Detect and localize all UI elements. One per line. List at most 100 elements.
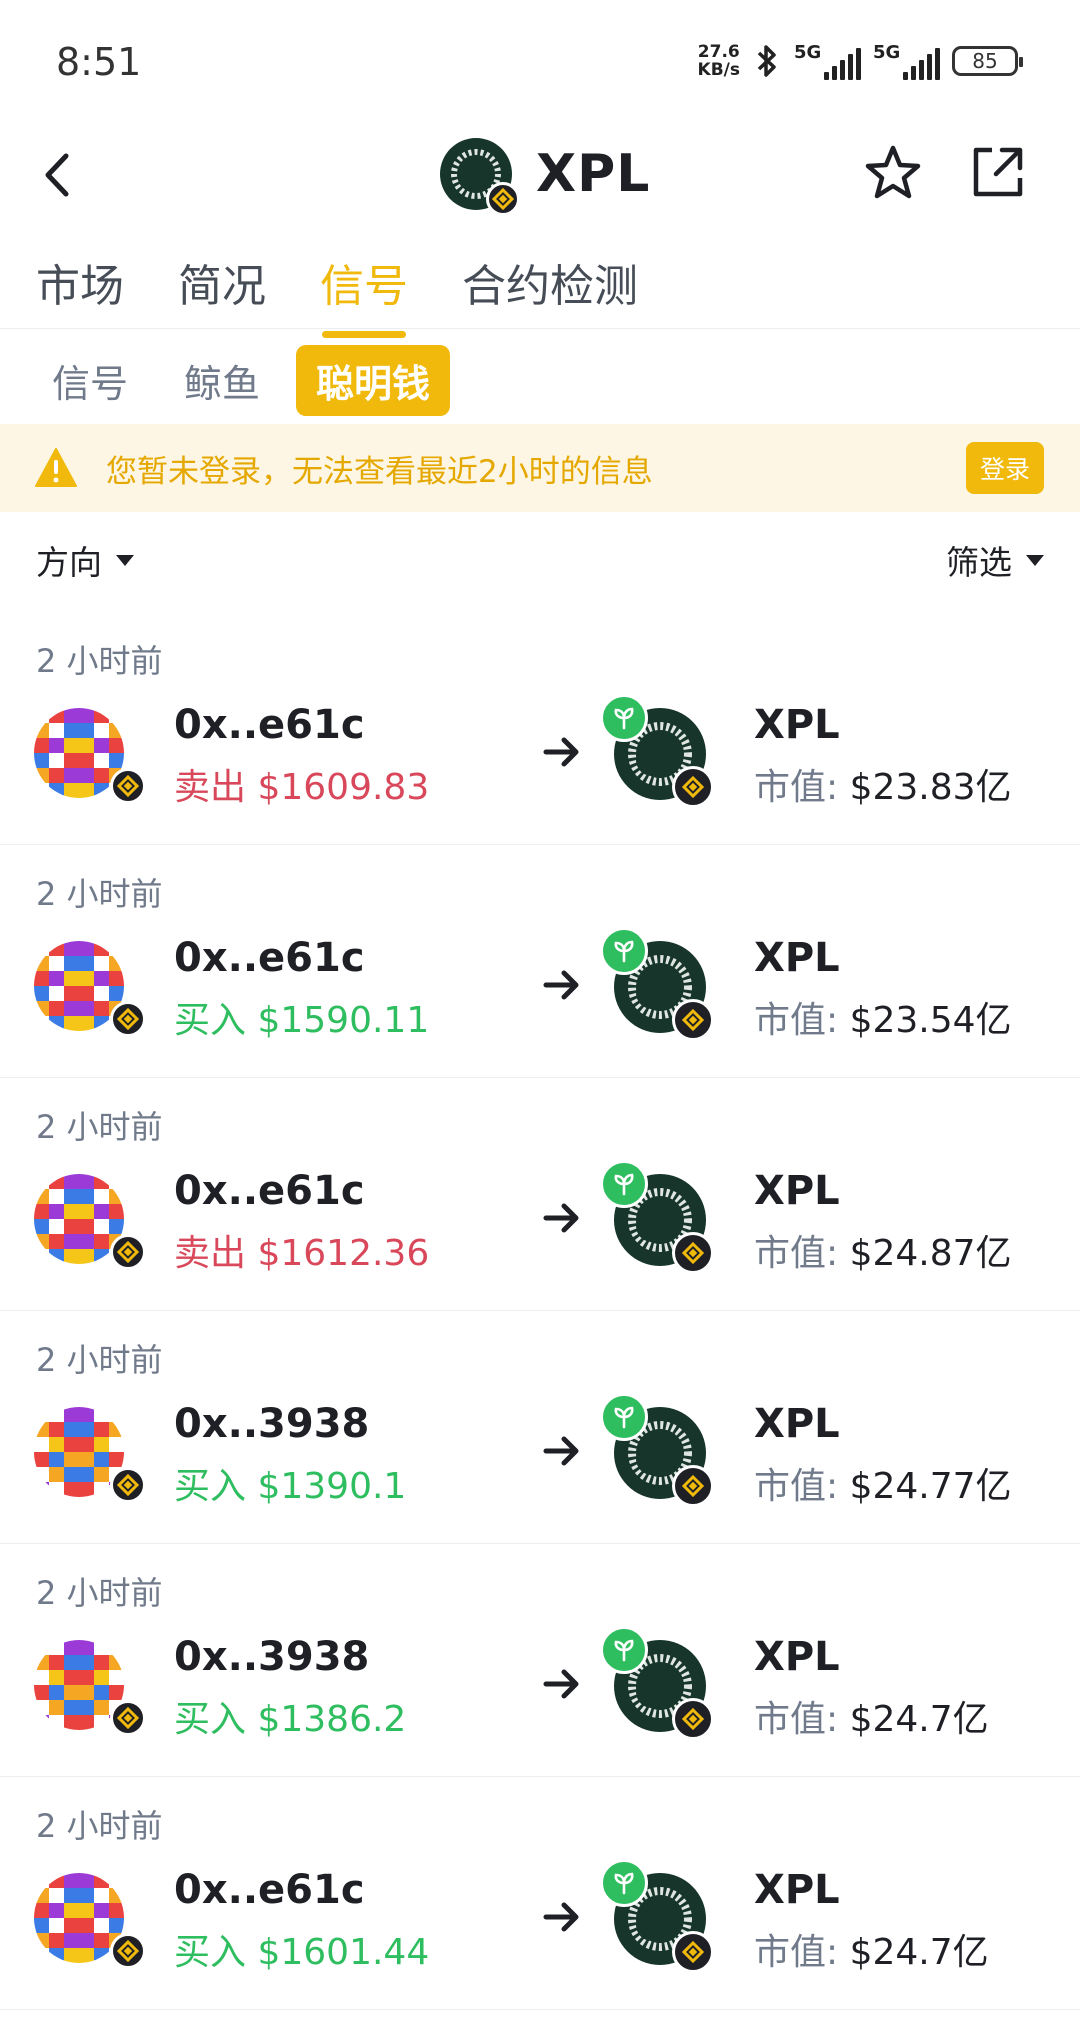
subtab-signals[interactable]: 信号 xyxy=(32,345,148,416)
market-cap: 市值: $24.87亿 xyxy=(754,1224,1012,1276)
trade-side: 买入 xyxy=(174,1466,247,1507)
login-button[interactable]: 登录 xyxy=(965,442,1044,494)
trade-side: 卖出 xyxy=(174,1233,247,1274)
share-button[interactable] xyxy=(964,140,1030,206)
bnb-chain-badge xyxy=(672,766,714,808)
new-token-badge xyxy=(600,927,648,975)
star-icon xyxy=(865,145,921,199)
market-cap-label: 市值: xyxy=(754,1466,839,1507)
filter-row: 方向 筛选 xyxy=(36,535,1044,585)
trade-amount: $1612.36 xyxy=(257,1233,430,1274)
token-symbol: XPL xyxy=(754,1401,840,1447)
bnb-icon xyxy=(682,1941,704,1963)
page-title: XPL xyxy=(536,144,651,204)
trade-amount: $1609.83 xyxy=(257,767,430,808)
header: XPL xyxy=(0,120,1080,230)
arrow-right-icon xyxy=(543,1436,579,1466)
trade-row[interactable]: 2 小时前 0x..e61c 买入 $1601.44 XPL 市值: $24.7… xyxy=(0,1777,1080,2010)
arrow-right-icon xyxy=(543,1669,579,1699)
trade-action: 买入 $1601.44 xyxy=(174,1923,429,1975)
token-symbol: XPL xyxy=(754,1168,840,1214)
bnb-chain-badge xyxy=(672,1465,714,1507)
trade-time: 2 小时前 xyxy=(36,642,163,680)
status-time: 8:51 xyxy=(56,40,142,84)
trade-side: 买入 xyxy=(174,1699,247,1740)
wallet-address: 0x..e61c xyxy=(174,702,365,748)
token-symbol: XPL xyxy=(754,935,840,981)
filter-label: 筛选 xyxy=(946,543,1012,582)
bnb-icon xyxy=(117,775,139,797)
trade-side: 买入 xyxy=(174,1932,247,1973)
new-token-badge xyxy=(600,1393,648,1441)
signal-strength-2: 5G xyxy=(873,42,940,80)
market-cap-label: 市值: xyxy=(754,1932,839,1973)
trade-row[interactable]: 2 小时前 0x..e61c 买入 $1590.11 XPL 市值: $23.5… xyxy=(0,845,1080,1078)
tab-contract-check[interactable]: 合约检测 xyxy=(462,250,638,328)
market-cap-value: $24.7亿 xyxy=(849,1699,989,1740)
tab-market[interactable]: 市场 xyxy=(36,250,124,328)
bnb-chain-badge xyxy=(672,1698,714,1740)
market-cap-label: 市值: xyxy=(754,1000,839,1041)
bnb-chain-badge xyxy=(486,182,520,216)
back-button[interactable] xyxy=(28,140,88,210)
subtab-whales[interactable]: 鲸鱼 xyxy=(164,345,280,416)
battery-indicator: 85 xyxy=(952,46,1023,76)
tab-signals[interactable]: 信号 xyxy=(320,250,408,338)
tabs-divider xyxy=(0,328,1080,329)
new-token-badge xyxy=(600,694,648,742)
wallet-address: 0x..e61c xyxy=(174,1168,365,1214)
subtab-smart-money[interactable]: 聪明钱 xyxy=(296,345,451,416)
trade-time: 2 小时前 xyxy=(36,1807,163,1845)
market-cap-value: $24.87亿 xyxy=(849,1233,1012,1274)
bnb-icon xyxy=(682,1009,704,1031)
bnb-icon xyxy=(682,1475,704,1497)
bnb-chain-badge xyxy=(110,1933,146,1969)
bnb-icon xyxy=(117,1474,139,1496)
trade-row[interactable]: 2 小时前 0x..3938 买入 $1386.2 XPL 市值: $24.7亿 xyxy=(0,1544,1080,1777)
network-speed: 27.6 KB/s xyxy=(698,43,740,79)
market-cap: 市值: $24.7亿 xyxy=(754,1923,989,1975)
trade-side: 卖出 xyxy=(174,767,247,808)
trade-side: 买入 xyxy=(174,1000,247,1041)
trade-action: 买入 $1390.1 xyxy=(174,1457,406,1509)
trade-row[interactable]: 2 小时前 0x..3938 买入 $1390.1 XPL 市值: $24.77… xyxy=(0,1311,1080,1544)
tab-overview[interactable]: 简况 xyxy=(178,250,266,328)
network-speed-value: 27.6 xyxy=(697,42,740,62)
bnb-icon xyxy=(117,1707,139,1729)
wallet-address: 0x..e61c xyxy=(174,935,365,981)
direction-dropdown[interactable]: 方向 xyxy=(36,536,134,584)
trade-time: 2 小时前 xyxy=(36,1108,163,1146)
trade-amount: $1386.2 xyxy=(257,1699,407,1740)
trade-amount: $1590.11 xyxy=(257,1000,430,1041)
bnb-icon xyxy=(682,1708,704,1730)
bnb-chain-badge xyxy=(672,999,714,1041)
login-banner-text: 您暂未登录，无法查看最近2小时的信息 xyxy=(106,453,653,490)
trade-row[interactable]: 2 小时前 0x..e61c 卖出 $1612.36 XPL 市值: $24.8… xyxy=(0,1078,1080,1311)
favorite-button[interactable] xyxy=(860,140,926,206)
token-symbol: XPL xyxy=(754,1634,840,1680)
bnb-chain-badge xyxy=(110,1001,146,1037)
chevron-left-icon xyxy=(45,153,69,197)
signal-strength-1: 5G xyxy=(794,42,861,80)
login-banner: 您暂未登录，无法查看最近2小时的信息 登录 xyxy=(0,424,1080,512)
leaf-icon xyxy=(614,1406,634,1429)
market-cap: 市值: $24.77亿 xyxy=(754,1457,1012,1509)
market-cap-value: $24.7亿 xyxy=(849,1932,989,1973)
leaf-icon xyxy=(614,1173,634,1196)
leaf-icon xyxy=(614,1872,634,1895)
warning-icon xyxy=(35,448,77,487)
bnb-chain-badge xyxy=(672,1232,714,1274)
bnb-chain-badge xyxy=(672,1931,714,1973)
bnb-chain-badge xyxy=(110,768,146,804)
market-cap-value: $24.77亿 xyxy=(849,1466,1012,1507)
market-cap-value: $23.83亿 xyxy=(849,767,1012,808)
trade-amount: $1601.44 xyxy=(257,1932,430,1973)
filter-dropdown[interactable]: 筛选 xyxy=(946,536,1044,584)
caret-down-icon xyxy=(116,554,134,566)
trade-row[interactable]: 2 小时前 0x..e61c 卖出 $1609.83 XPL 市值: $23.8… xyxy=(0,612,1080,845)
market-cap-label: 市值: xyxy=(754,1699,839,1740)
bnb-icon xyxy=(117,1241,139,1263)
arrow-right-icon xyxy=(543,1902,579,1932)
sub-tabs: 信号 鲸鱼 聪明钱 xyxy=(32,345,451,416)
signal-label-1: 5G xyxy=(794,42,822,63)
